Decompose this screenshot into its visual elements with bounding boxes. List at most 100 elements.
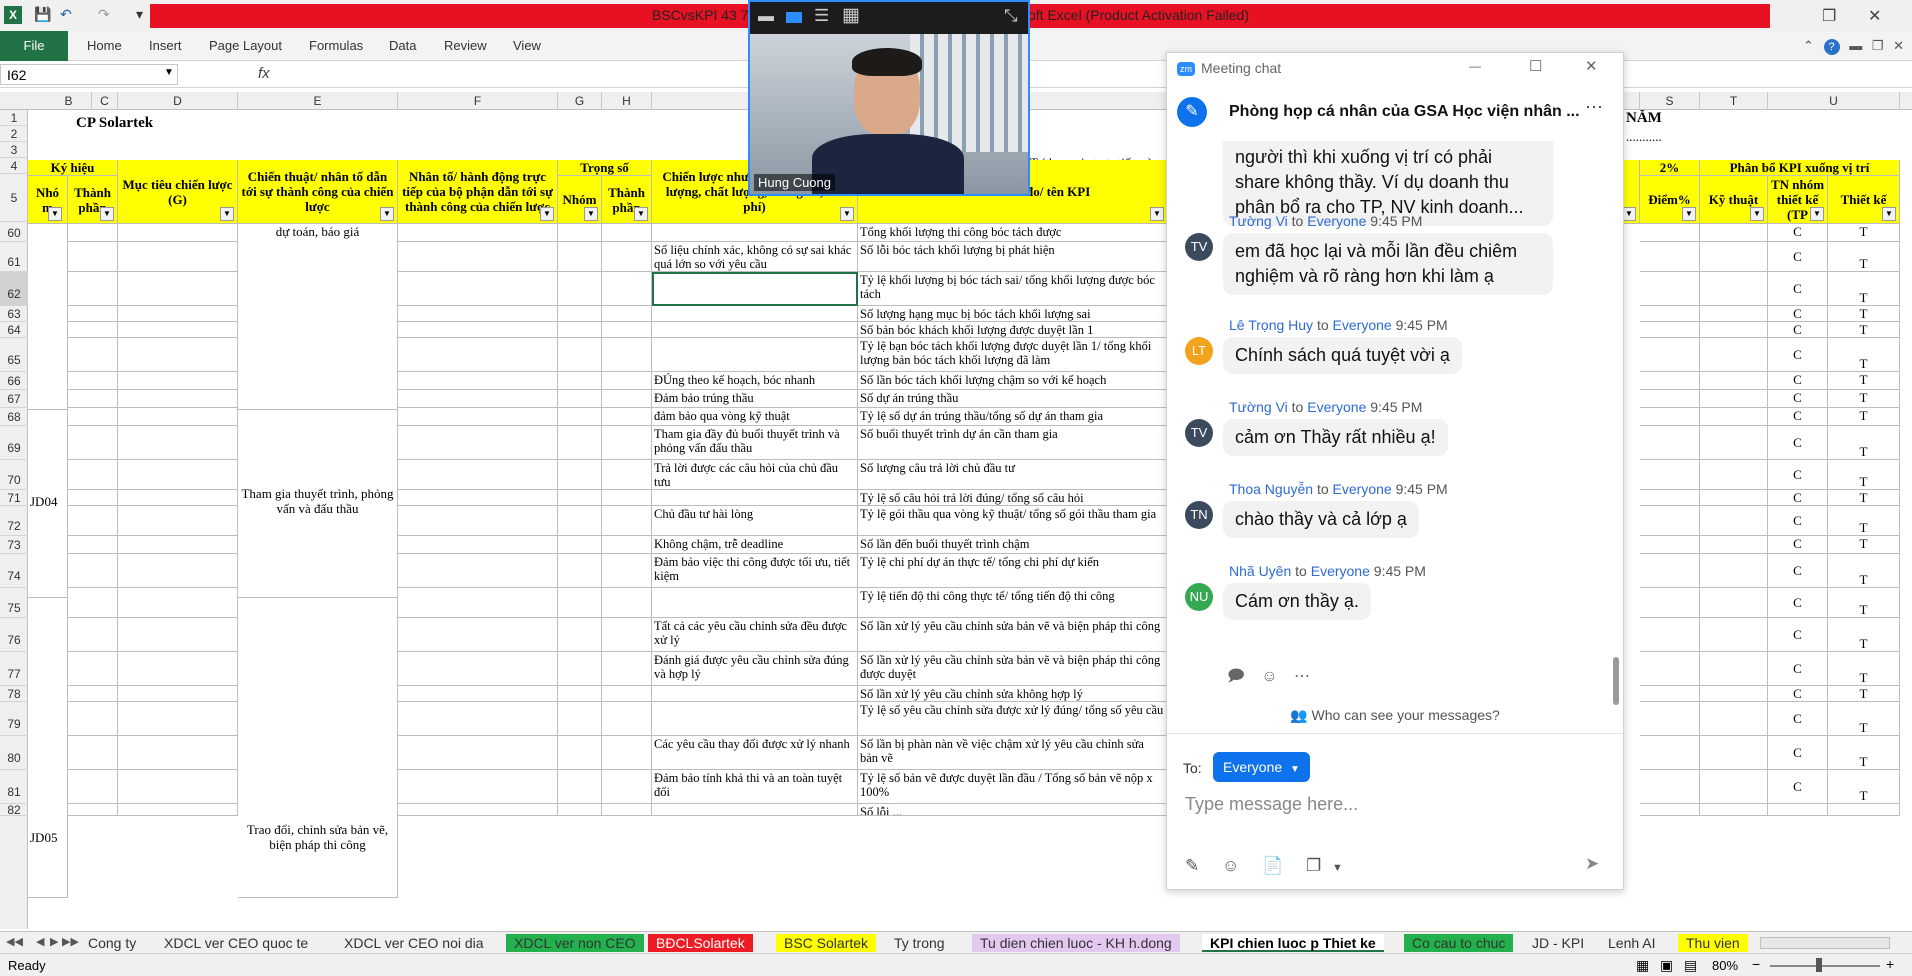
privacy-note[interactable]: 👥 Who can see your messages? [1167, 707, 1623, 724]
column-header-h[interactable]: H [602, 92, 652, 110]
room-title[interactable]: Phòng họp cá nhân của GSA Học viện nhân … [1229, 103, 1580, 121]
cell-j[interactable]: Tỷ lệ số câu hỏi trả lời đúng/ tổng số c… [858, 490, 1168, 506]
cell-diem[interactable] [1640, 686, 1700, 702]
cell-f[interactable] [398, 506, 558, 536]
cell-tn[interactable]: C [1768, 702, 1828, 736]
cell-i[interactable] [652, 490, 858, 506]
cell-tn[interactable]: C [1768, 426, 1828, 460]
cell-ky-thuat[interactable] [1700, 372, 1768, 390]
cell-h[interactable] [602, 272, 652, 306]
row-header[interactable]: 77 [0, 652, 28, 686]
cell-g[interactable] [558, 490, 602, 506]
tab-page-layout[interactable]: Page Layout [209, 38, 282, 53]
cell-tn[interactable]: C [1768, 618, 1828, 652]
cell-tk[interactable]: T [1828, 224, 1900, 242]
cell-h[interactable] [602, 306, 652, 322]
cell-c[interactable] [68, 322, 118, 338]
cell-ky-thuat[interactable] [1700, 306, 1768, 322]
prev-sheet-icon[interactable]: ◀ [36, 935, 44, 948]
cell-i[interactable] [652, 322, 858, 338]
cell-tk[interactable]: T [1828, 272, 1900, 306]
video-tile[interactable]: ▬ ☰ ▦ ⤡ Hung Cuong [748, 0, 1030, 196]
sheet-tab[interactable]: Cong ty [80, 934, 144, 952]
cell-f[interactable] [398, 372, 558, 390]
cell-d[interactable] [118, 770, 238, 804]
cell-jd05[interactable]: JD05 [28, 598, 68, 898]
chat-maximize-icon[interactable]: ☐ [1529, 57, 1542, 75]
cell-f[interactable] [398, 536, 558, 554]
name-box[interactable]: I62 [0, 64, 178, 85]
cell-c[interactable] [68, 224, 118, 242]
cell-g[interactable] [558, 770, 602, 804]
chat-close-icon[interactable]: ✕ [1585, 57, 1598, 75]
cell-h[interactable] [602, 652, 652, 686]
filter-dropdown-icon[interactable]: ▼ [220, 207, 234, 221]
cell-jd04[interactable]: JD04 [28, 410, 68, 598]
cell-tn[interactable]: C [1768, 736, 1828, 770]
cell-i[interactable]: Chủ đầu tư hài lòng [652, 506, 858, 536]
cell-d[interactable] [118, 588, 238, 618]
restore-icon[interactable]: ❐ [1822, 6, 1836, 26]
cell-f[interactable] [398, 554, 558, 588]
cell-i[interactable]: Đảm bảo việc thi công được tối ưu, tiết … [652, 554, 858, 588]
cell-e-jd04[interactable]: Tham gia thuyết trình, phỏng vấn và đấu … [238, 410, 398, 598]
cell-f[interactable] [398, 686, 558, 702]
row-header[interactable]: 72 [0, 506, 28, 536]
cell-j[interactable]: Tỷ lệ số yêu cầu chỉnh sửa được xử lý đú… [858, 702, 1168, 736]
cell-j[interactable]: Số lỗi ... [858, 804, 1168, 816]
cell-ky-thuat[interactable] [1700, 506, 1768, 536]
screenshot-icon[interactable]: ❐ [1306, 856, 1321, 875]
cell-h[interactable] [602, 506, 652, 536]
cell-ky-thuat[interactable] [1700, 702, 1768, 736]
cell-j[interactable]: Tỷ lệ tiến độ thi công thực tế/ tổng tiế… [858, 588, 1168, 618]
filter-dropdown-icon[interactable]: ▼ [1682, 207, 1696, 221]
reply-icon[interactable]: 🗩 [1227, 668, 1245, 685]
tab-data[interactable]: Data [389, 38, 416, 53]
cell-f[interactable] [398, 804, 558, 816]
sheet-tab[interactable]: BĐCLSolartek [648, 934, 753, 952]
cell-f[interactable] [398, 224, 558, 242]
row-header[interactable]: 60 [0, 224, 28, 242]
row-header[interactable]: 68 [0, 408, 28, 426]
header-year[interactable]: NĂM [1624, 110, 1724, 126]
customize-toolbar-icon[interactable]: ▾ [136, 6, 143, 23]
filter-dropdown-icon[interactable]: ▼ [1750, 207, 1764, 221]
cell-ky-thuat[interactable] [1700, 490, 1768, 506]
cell-j[interactable]: Số lượng câu trả lời chủ đầu tư [858, 460, 1168, 490]
cell-c[interactable] [68, 272, 118, 306]
cell-tk[interactable]: T [1828, 426, 1900, 460]
column-header-f[interactable]: F [398, 92, 558, 110]
cell-diem[interactable] [1640, 242, 1700, 272]
send-icon[interactable]: ➤ [1585, 854, 1599, 874]
cell-tk[interactable] [1828, 804, 1900, 816]
chat-scrollbar[interactable] [1613, 657, 1619, 705]
file-tab[interactable]: File [0, 31, 68, 61]
more-chevron-icon[interactable]: ▼ [1332, 862, 1343, 874]
cell-tk[interactable]: T [1828, 460, 1900, 490]
cell-c[interactable] [68, 770, 118, 804]
recipient-dropdown[interactable]: Everyone ▼ [1213, 752, 1310, 782]
cell-ky-thuat[interactable] [1700, 770, 1768, 804]
cell-tn[interactable]: C [1768, 390, 1828, 408]
tab-review[interactable]: Review [444, 38, 487, 53]
cell-d[interactable] [118, 536, 238, 554]
tab-formulas[interactable]: Formulas [309, 38, 363, 53]
expand-icon[interactable]: ⤡ [1004, 6, 1018, 26]
emoji-icon[interactable]: ☺ [1222, 856, 1239, 875]
row-header[interactable]: 70 [0, 460, 28, 490]
cell-f[interactable] [398, 490, 558, 506]
cell-d[interactable] [118, 618, 238, 652]
cell-g[interactable] [558, 224, 602, 242]
cell-f[interactable] [398, 652, 558, 686]
cell-tk[interactable]: T [1828, 242, 1900, 272]
cell-diem[interactable] [1640, 322, 1700, 338]
filter-dropdown-icon[interactable]: ▼ [1810, 207, 1824, 221]
cell-i[interactable] [652, 804, 858, 816]
cell-tn[interactable]: C [1768, 588, 1828, 618]
cell-j[interactable]: Tỷ lệ chi phí dự án thực tế/ tổng chi ph… [858, 554, 1168, 588]
cell-i[interactable]: Số liệu chính xác, không có sự sai khác … [652, 242, 858, 272]
filter-dropdown-icon[interactable]: ▼ [100, 207, 114, 221]
row-header[interactable]: 61 [0, 242, 28, 272]
cell-d[interactable] [118, 224, 238, 242]
cell-f[interactable] [398, 322, 558, 338]
